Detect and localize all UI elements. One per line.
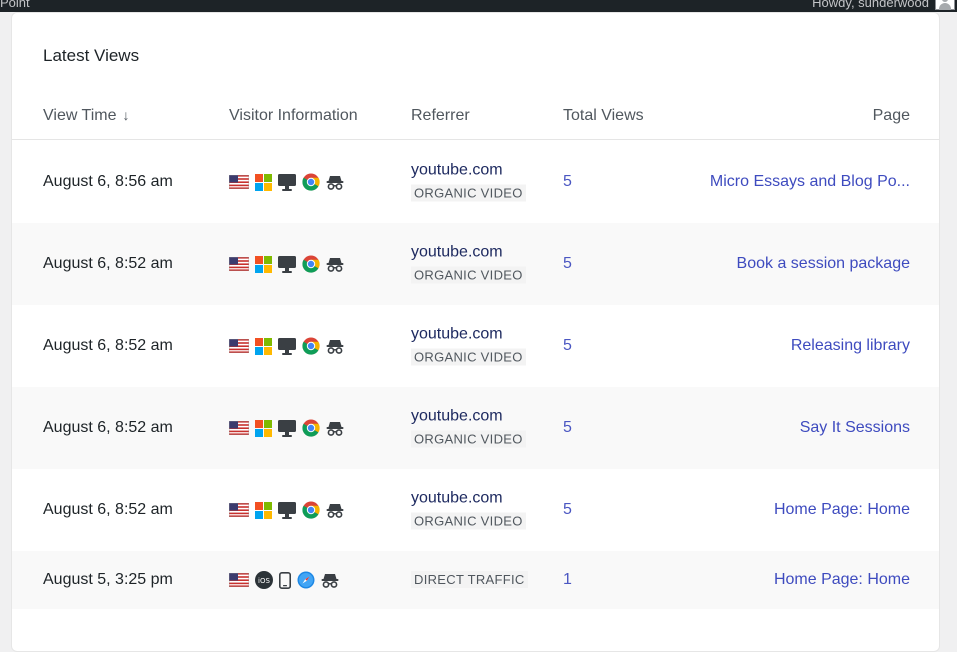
windows-icon[interactable] [255,337,272,355]
admin-bar: Point Howdy, sunderwood [0,0,957,12]
page-link[interactable]: Micro Essays and Blog Po... [710,173,910,191]
referrer: youtube.com ORGANIC VIDEO [411,490,526,531]
chrome-icon[interactable] [302,419,320,437]
chrome-icon[interactable] [302,337,320,355]
page-link[interactable]: Home Page: Home [774,501,910,519]
desktop-icon[interactable] [278,173,296,191]
referrer-column-header: Referrer [411,107,470,124]
desktop-icon[interactable] [278,419,296,437]
total-views-column-header: Total Views [563,107,644,124]
page-link[interactable]: Say It Sessions [800,419,910,437]
us-flag-icon[interactable] [229,573,249,587]
ios-icon[interactable]: iOS [255,571,273,589]
referrer-channel-badge: DIRECT TRAFFIC [411,571,528,588]
view-time: August 6, 8:52 am [43,419,173,436]
card-title: Latest Views [43,46,140,65]
chrome-icon[interactable] [302,173,320,191]
visitor-info-icons [229,173,344,191]
view-time: August 6, 8:52 am [43,337,173,354]
referrer: youtube.com ORGANIC VIDEO [411,162,526,203]
windows-icon[interactable] [255,255,272,273]
visitor-info-icons: iOS [229,571,339,589]
referrer: DIRECT TRAFFIC [411,571,528,589]
us-flag-icon[interactable] [229,421,249,435]
visitor-info-icons [229,501,344,519]
visitor-info-icons [229,255,344,273]
referrer: youtube.com ORGANIC VIDEO [411,244,526,285]
table-row: August 6, 8:52 am youtube.com ORGANIC VI… [12,223,939,305]
mobile-icon[interactable] [279,571,291,589]
visitor-info-icons [229,419,344,437]
view-time: August 5, 3:25 pm [43,571,173,588]
us-flag-icon[interactable] [229,175,249,189]
site-name-link[interactable]: Point [0,0,30,10]
windows-icon[interactable] [255,501,272,519]
total-views-link[interactable]: 5 [563,419,572,437]
referrer-domain-link[interactable]: youtube.com [411,408,526,426]
incognito-icon[interactable] [326,256,344,272]
referrer-channel-badge: ORGANIC VIDEO [411,430,526,448]
page-link[interactable]: Home Page: Home [774,571,910,589]
page-link[interactable]: Book a session package [737,255,910,273]
referrer: youtube.com ORGANIC VIDEO [411,326,526,367]
referrer-domain-link[interactable]: youtube.com [411,490,526,508]
table-row: August 6, 8:52 am youtube.com ORGANIC VI… [12,387,939,469]
latest-views-card: Latest Views View Time ↓ Visitor Informat… [11,12,940,652]
desktop-icon[interactable] [278,501,296,519]
desktop-icon[interactable] [278,337,296,355]
us-flag-icon[interactable] [229,257,249,271]
incognito-icon[interactable] [321,572,339,588]
table-row: August 6, 8:52 am youtube.com ORGANIC VI… [12,469,939,551]
safari-icon[interactable] [297,571,315,589]
referrer-channel-badge: ORGANIC VIDEO [411,348,526,366]
referrer: youtube.com ORGANIC VIDEO [411,408,526,449]
table-row: August 5, 3:25 pm iOS DIRECT TRAFFIC 1 Hom… [12,551,939,609]
visitor-information-column-header: Visitor Information [229,107,358,124]
svg-text:iOS: iOS [258,577,270,585]
referrer-domain-link[interactable]: youtube.com [411,162,526,180]
windows-icon[interactable] [255,419,272,437]
avatar[interactable] [935,0,955,10]
total-views-link[interactable]: 1 [563,571,572,589]
view-time: August 6, 8:52 am [43,255,173,272]
incognito-icon[interactable] [326,502,344,518]
total-views-link[interactable]: 5 [563,173,572,191]
table-row: August 6, 8:52 am youtube.com ORGANIC VI… [12,305,939,387]
table-row: August 6, 8:56 am youtube.com ORGANIC VI… [12,141,939,223]
us-flag-icon[interactable] [229,339,249,353]
chrome-icon[interactable] [302,501,320,519]
referrer-domain-link[interactable]: youtube.com [411,326,526,344]
windows-icon[interactable] [255,173,272,191]
page-column-header: Page [872,107,910,124]
page-link[interactable]: Releasing library [791,337,910,355]
view-time: August 6, 8:56 am [43,173,173,190]
referrer-domain-link[interactable]: youtube.com [411,244,526,262]
incognito-icon[interactable] [326,338,344,354]
table-header: View Time ↓ Visitor Information Referrer … [12,103,939,140]
referrer-channel-badge: ORGANIC VIDEO [411,266,526,284]
sort-down-arrow-icon: ↓ [122,107,130,123]
us-flag-icon[interactable] [229,503,249,517]
desktop-icon[interactable] [278,255,296,273]
howdy-user-link[interactable]: Howdy, sunderwood [812,0,929,10]
incognito-icon[interactable] [326,420,344,436]
visitor-info-icons [229,337,344,355]
referrer-channel-badge: ORGANIC VIDEO [411,184,526,202]
view-time-column-header[interactable]: View Time ↓ [43,107,130,125]
total-views-link[interactable]: 5 [563,337,572,355]
total-views-link[interactable]: 5 [563,501,572,519]
referrer-channel-badge: ORGANIC VIDEO [411,512,526,530]
incognito-icon[interactable] [326,174,344,190]
total-views-link[interactable]: 5 [563,255,572,273]
view-time: August 6, 8:52 am [43,501,173,518]
chrome-icon[interactable] [302,255,320,273]
